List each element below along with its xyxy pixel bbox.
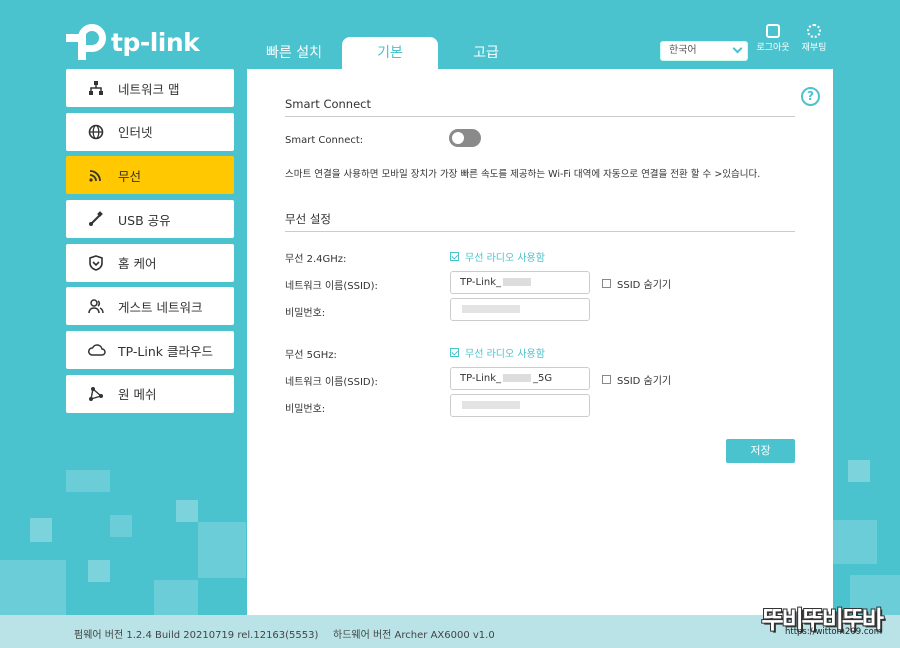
- globe-icon: [88, 124, 104, 140]
- reboot-button[interactable]: 재부팅: [797, 24, 831, 53]
- sidebar: 네트워크 맵 인터넷 무선 USB 공유 홈 케어 게스트 네트워크 TP-Li…: [66, 69, 234, 419]
- band24-enable-label: 무선 라디오 사용함: [465, 253, 545, 264]
- checkbox-checked-icon: [450, 348, 459, 357]
- reboot-label: 재부팅: [801, 43, 827, 53]
- band24-ssid-input[interactable]: TP-Link_: [450, 271, 590, 294]
- redacted-mask: [503, 278, 532, 286]
- band5-enable-checkbox[interactable]: 무선 라디오 사용함: [450, 345, 545, 360]
- band24-ssid-label: 네트워크 이름(SSID):: [285, 281, 378, 292]
- usb-icon: [88, 211, 104, 227]
- redacted-mask: [503, 374, 532, 382]
- sidebar-item-label: 네트워크 맵: [118, 81, 180, 97]
- redacted-mask: [462, 401, 520, 409]
- smart-connect-toggle[interactable]: [449, 129, 481, 147]
- tp-link-logo-icon: [66, 24, 108, 60]
- sidebar-item-guest-network[interactable]: 게스트 네트워크: [66, 287, 234, 326]
- checkbox-unchecked-icon: [602, 279, 611, 288]
- sidebar-item-label: 원 메쉬: [118, 387, 157, 403]
- chevron-down-icon: [732, 43, 743, 54]
- language-select[interactable]: 한국어: [660, 41, 748, 61]
- sidebar-item-onemesh[interactable]: 원 메쉬: [66, 374, 234, 413]
- redacted-mask: [462, 305, 520, 313]
- band24-hide-ssid-checkbox[interactable]: SSID 숨기기: [602, 276, 671, 291]
- smart-connect-section-title: Smart Connect: [285, 97, 371, 111]
- checkbox-checked-icon: [450, 252, 459, 261]
- toggle-knob: [452, 132, 464, 144]
- band24-password-label: 비밀번호:: [285, 308, 326, 319]
- band5-hide-ssid-label: SSID 숨기기: [617, 376, 672, 387]
- band5-enable-label: 무선 라디오 사용함: [465, 349, 545, 360]
- cloud-icon: [88, 342, 106, 358]
- tab-basic[interactable]: 기본: [342, 37, 438, 69]
- smart-connect-label: Smart Connect:: [285, 135, 364, 146]
- mesh-icon: [88, 386, 104, 402]
- band24-hide-ssid-label: SSID 숨기기: [617, 280, 672, 291]
- ssid-value-suffix: _5G: [533, 373, 553, 384]
- logo-text: tp-link: [111, 27, 200, 57]
- sidebar-item-label: TP-Link 클라우드: [118, 343, 213, 359]
- main-content: [247, 69, 833, 615]
- help-icon[interactable]: ?: [801, 87, 820, 106]
- divider: [285, 116, 795, 117]
- sidebar-item-wireless[interactable]: 무선: [66, 156, 234, 195]
- sidebar-item-internet[interactable]: 인터넷: [66, 112, 234, 151]
- band5-label: 무선 5GHz:: [285, 350, 337, 361]
- wireless-section-title: 무선 설정: [285, 212, 331, 226]
- band24-label: 무선 2.4GHz:: [285, 254, 347, 265]
- wifi-icon: [88, 167, 104, 183]
- sidebar-item-cloud[interactable]: TP-Link 클라우드: [66, 331, 234, 370]
- reboot-icon: [807, 24, 821, 38]
- band24-password-input[interactable]: [450, 298, 590, 321]
- tab-advanced[interactable]: 고급: [438, 37, 534, 69]
- tab-quick-setup[interactable]: 빠른 설치: [246, 37, 342, 69]
- save-button[interactable]: 저장: [726, 439, 795, 463]
- divider: [285, 231, 795, 232]
- main-tabs: 빠른 설치 기본 고급: [246, 37, 534, 69]
- sidebar-item-usb[interactable]: USB 공유: [66, 200, 234, 239]
- band5-ssid-input[interactable]: TP-Link_ _5G: [450, 367, 590, 390]
- hardware-version: 하드웨어 버전 Archer AX6000 v1.0: [333, 630, 495, 641]
- sidebar-item-label: 홈 케어: [118, 256, 157, 272]
- ssid-value-prefix: TP-Link_: [460, 373, 502, 384]
- sidebar-item-label: 무선: [118, 168, 142, 184]
- band5-password-label: 비밀번호:: [285, 404, 326, 415]
- smart-connect-description: 스마트 연결을 사용하면 모바일 장치가 가장 빠른 속도를 제공하는 Wi-F…: [285, 169, 761, 180]
- band5-ssid-label: 네트워크 이름(SSID):: [285, 377, 378, 388]
- sidebar-item-label: 게스트 네트워크: [118, 299, 203, 315]
- band24-enable-checkbox[interactable]: 무선 라디오 사용함: [450, 249, 545, 264]
- shield-icon: [88, 254, 104, 271]
- logout-icon: [766, 24, 780, 38]
- ssid-value-prefix: TP-Link_: [460, 277, 502, 288]
- sidebar-item-network-map[interactable]: 네트워크 맵: [66, 69, 234, 107]
- sidebar-item-label: USB 공유: [118, 212, 171, 228]
- tp-link-logo[interactable]: tp-link: [66, 24, 200, 60]
- band5-hide-ssid-checkbox[interactable]: SSID 숨기기: [602, 372, 671, 387]
- checkbox-unchecked-icon: [602, 375, 611, 384]
- sidebar-item-label: 인터넷: [118, 125, 153, 141]
- firmware-version: 펌웨어 버전 1.2.4 Build 20210719 rel.12163(55…: [74, 630, 319, 641]
- logout-label: 로그아웃: [756, 43, 790, 53]
- band5-password-input[interactable]: [450, 394, 590, 417]
- watermark-url: https://wittom209.com: [784, 627, 882, 637]
- sidebar-item-homecare[interactable]: 홈 케어: [66, 243, 234, 282]
- logout-button[interactable]: 로그아웃: [756, 24, 790, 53]
- guest-users-icon: [88, 298, 104, 314]
- language-value: 한국어: [669, 45, 697, 56]
- network-map-icon: [88, 80, 104, 96]
